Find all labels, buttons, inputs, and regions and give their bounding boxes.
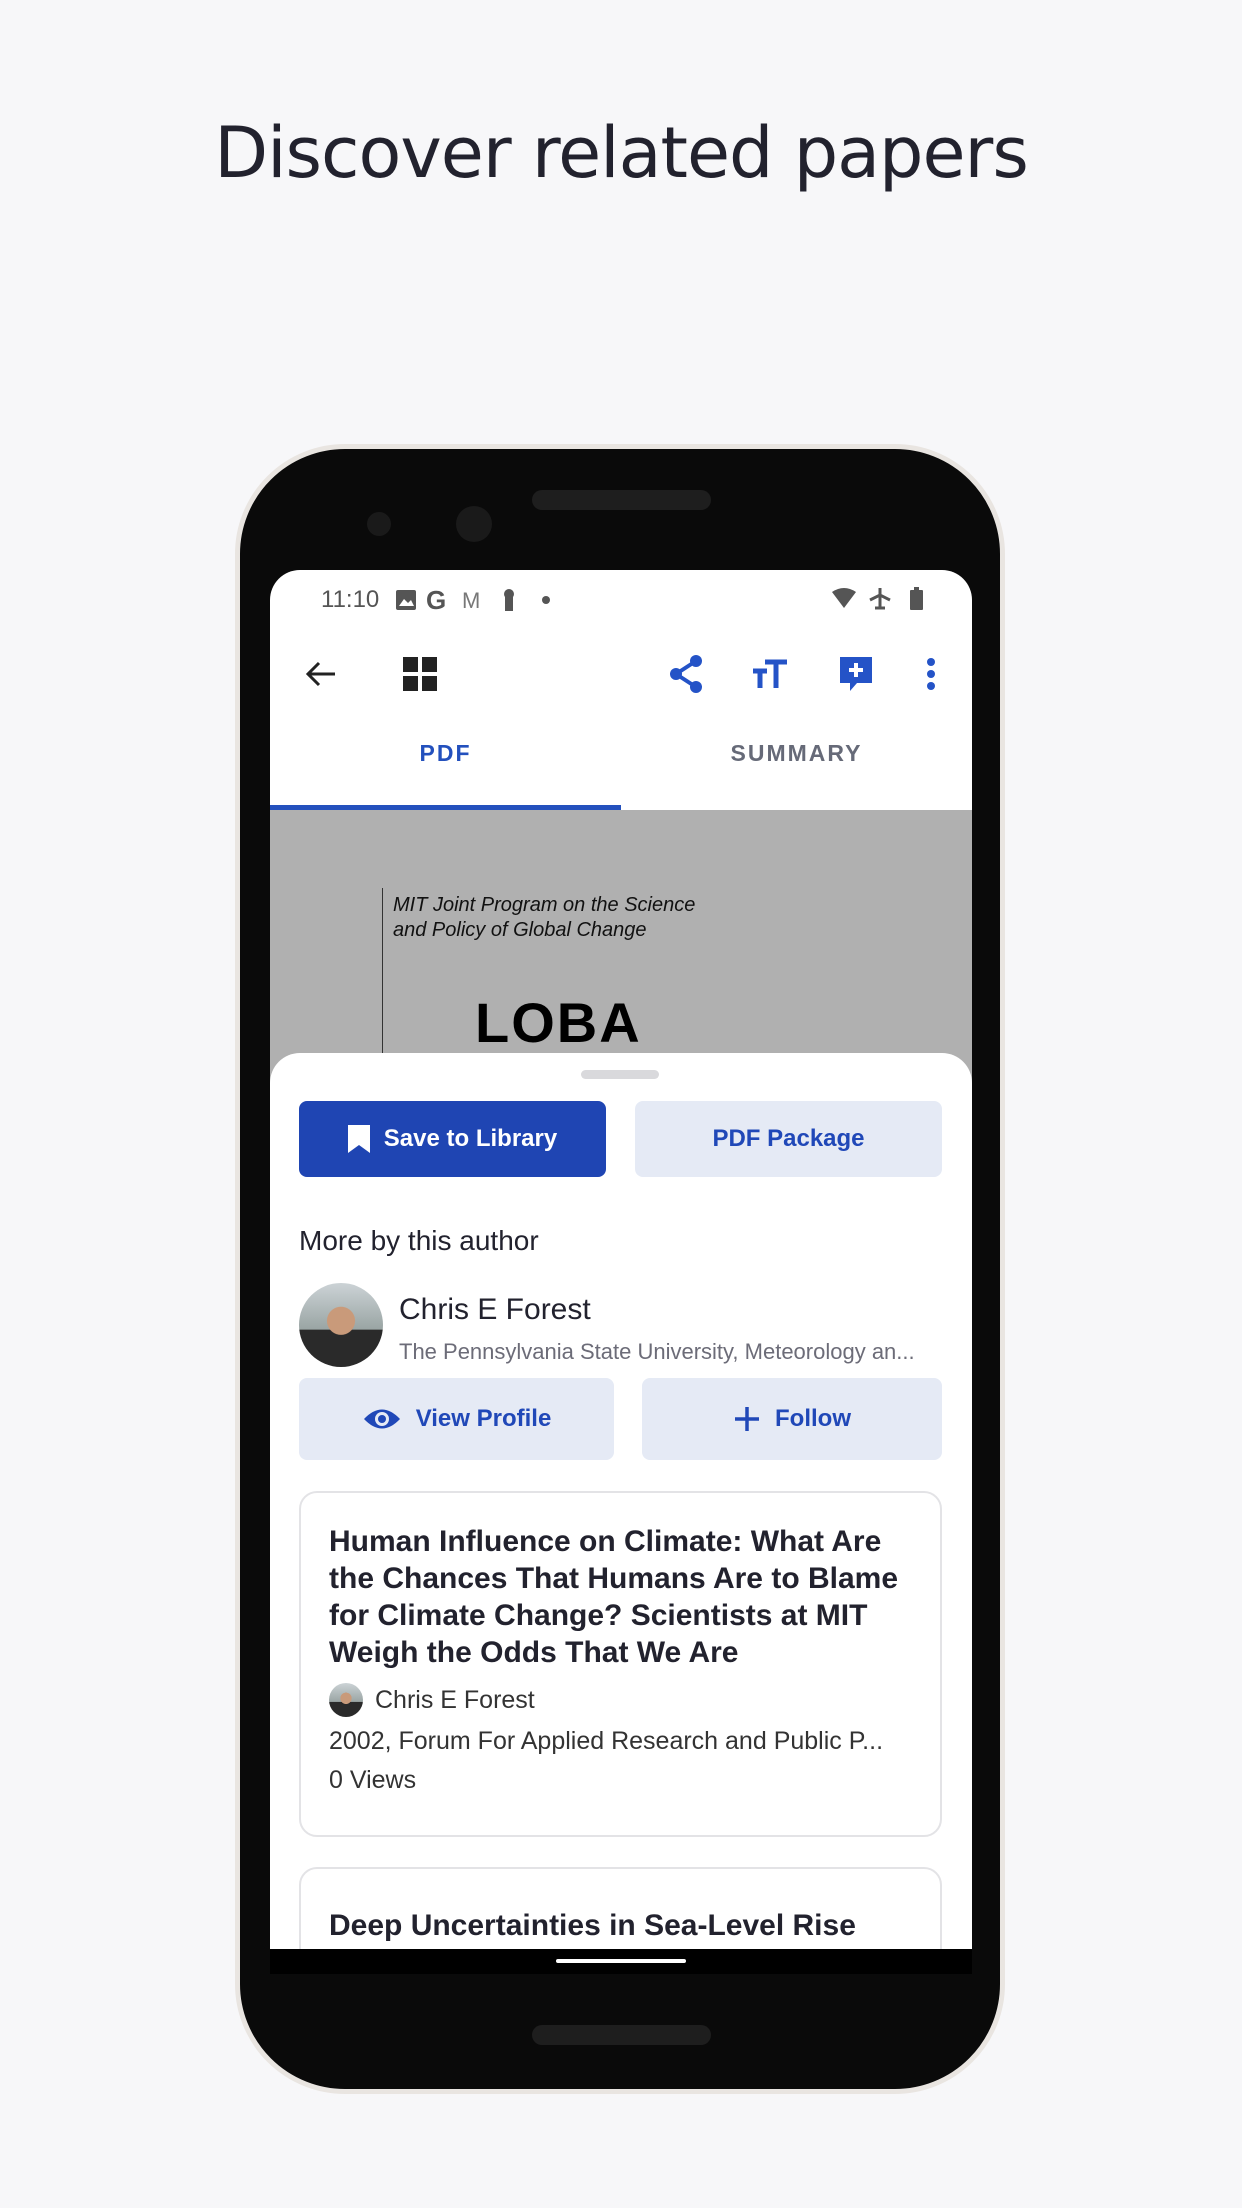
status-bar: 11:10 G M — [270, 570, 972, 627]
author-avatar-small — [329, 1683, 363, 1717]
follow-button[interactable]: Follow — [642, 1378, 942, 1460]
paper-venue: 2002, Forum For Applied Research and Pub… — [329, 1727, 884, 1755]
pdf-package-button[interactable]: PDF Package — [635, 1101, 942, 1177]
paper-title[interactable]: Human Influence on Climate: What Are the… — [329, 1523, 912, 1671]
follow-label: Follow — [775, 1405, 851, 1432]
bookmark-icon — [347, 1125, 370, 1153]
text-size-icon[interactable] — [748, 652, 792, 696]
view-profile-button[interactable]: View Profile — [299, 1378, 614, 1460]
pdf-text-line: and Policy of Global Change — [393, 919, 647, 941]
home-handle[interactable] — [556, 1959, 686, 1963]
sensor — [367, 512, 391, 536]
paper-card[interactable]: Human Influence on Climate: What Are the… — [299, 1491, 942, 1837]
svg-text:G: G — [426, 587, 446, 613]
pdf-text-line: MIT Joint Program on the Science — [393, 894, 696, 916]
grid-icon[interactable] — [398, 652, 442, 696]
save-to-library-button[interactable]: Save to Library — [299, 1101, 606, 1177]
author-avatar[interactable] — [299, 1283, 383, 1367]
speaker-bottom — [532, 2025, 711, 2045]
share-icon[interactable] — [664, 652, 708, 696]
pdf-rule — [382, 888, 383, 1068]
tab-pdf[interactable]: PDF — [270, 740, 621, 767]
tab-summary[interactable]: SUMMARY — [621, 740, 972, 767]
camera — [456, 506, 492, 542]
speaker-top — [532, 490, 711, 510]
navigation-bar — [270, 1949, 972, 1974]
status-time: 11:10 — [321, 586, 380, 613]
eye-icon — [363, 1409, 400, 1429]
view-profile-label: View Profile — [415, 1405, 552, 1432]
svg-text:M: M — [462, 588, 480, 613]
author-affiliation: The Pennsylvania State University, Meteo… — [399, 1339, 915, 1364]
more-vert-icon[interactable] — [909, 652, 953, 696]
paper-views: 0 Views — [329, 1766, 417, 1794]
headline: Discover related papers — [214, 112, 1029, 194]
bottom-sheet: Save to Library PDF Package More by this… — [270, 1053, 972, 1964]
drag-handle[interactable] — [581, 1070, 659, 1079]
back-arrow-icon[interactable] — [299, 652, 343, 696]
pdf-package-label: PDF Package — [712, 1125, 865, 1152]
pdf-logo: LOBA — [475, 991, 642, 1054]
add-comment-icon[interactable] — [834, 652, 878, 696]
screen: 11:10 G M PDF SUMMARY MIT Joint Program … — [270, 570, 972, 1964]
paper-author: Chris E Forest — [375, 1685, 535, 1714]
system-icons — [832, 587, 923, 610]
save-label: Save to Library — [383, 1125, 558, 1152]
plus-icon — [735, 1407, 759, 1431]
notification-icons: G M — [396, 587, 550, 613]
section-title: More by this author — [299, 1225, 539, 1256]
author-name[interactable]: Chris E Forest — [399, 1293, 591, 1327]
